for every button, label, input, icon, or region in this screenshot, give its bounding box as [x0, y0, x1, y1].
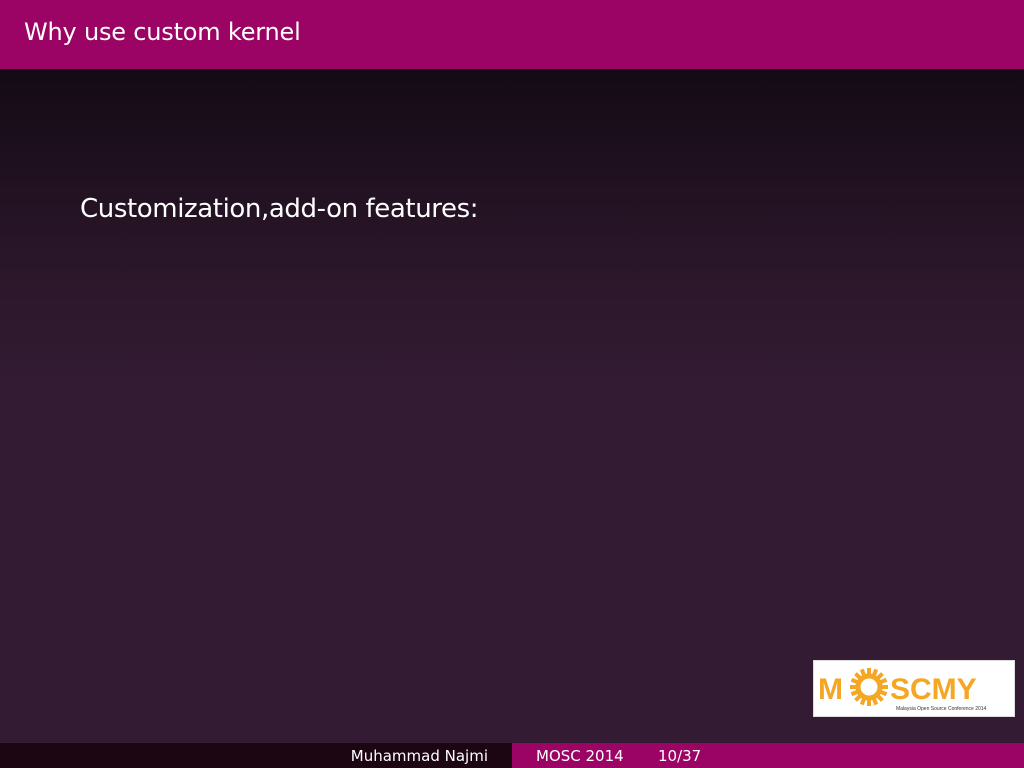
footer-event-section: MOSC 2014 10/37 [512, 743, 1024, 768]
slide-title: Why use custom kernel [24, 17, 301, 46]
footer-author: Muhammad Najmi [350, 746, 488, 765]
logo-letter-m: M [818, 673, 843, 706]
title-bar: Why use custom kernel [0, 0, 1024, 69]
gear-sun-icon [850, 668, 888, 706]
slide-body-text: Customization,add-on features: [80, 194, 479, 224]
logo-tagline: Malaysia Open Source Conference 2014 [896, 706, 987, 712]
footer-event: MOSC 2014 [536, 746, 624, 765]
logo-letters-scmy: SCMY [890, 673, 977, 706]
footer-author-section: Muhammad Najmi [0, 743, 512, 768]
footer-bar: Muhammad Najmi MOSC 2014 10/37 [0, 743, 1024, 768]
moscmy-logo-graphic: M SCMY Malaysia Open Source Conference 2… [818, 668, 987, 712]
moscmy-logo: M SCMY Malaysia Open Source Conference 2… [813, 660, 1015, 717]
footer-page-number: 10/37 [658, 746, 702, 765]
